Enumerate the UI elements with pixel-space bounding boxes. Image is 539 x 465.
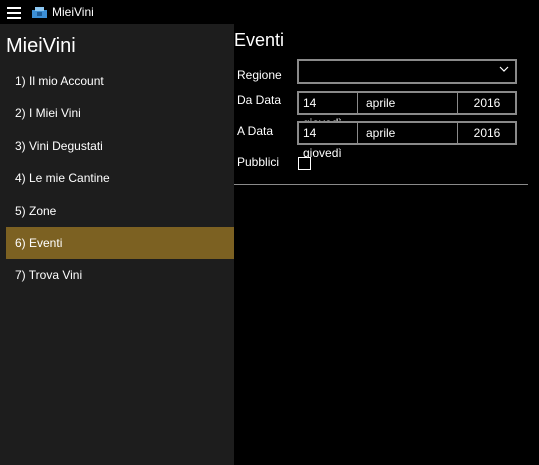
sidebar-item-i-miei-vini[interactable]: 2) I Miei Vini bbox=[6, 97, 234, 129]
sidebar-item-vini-degustati[interactable]: 3) Vini Degustati bbox=[6, 130, 234, 162]
sidebar-item-le-mie-cantine[interactable]: 4) Le mie Cantine bbox=[6, 162, 234, 194]
sidebar-item-label: 6) Eventi bbox=[15, 236, 63, 250]
sidebar-item-label: 5) Zone bbox=[15, 204, 57, 218]
sidebar-item-trova-vini[interactable]: 7) Trova Vini bbox=[6, 259, 234, 291]
sidebar-item-eventi[interactable]: 6) Eventi bbox=[6, 227, 234, 259]
pubblici-checkbox[interactable] bbox=[298, 157, 311, 170]
sidebar-item-zone[interactable]: 5) Zone bbox=[6, 195, 234, 227]
sidebar-item-label: 4) Le mie Cantine bbox=[15, 171, 110, 185]
pubblici-label: Pubblici bbox=[237, 155, 280, 169]
sidebar-item-label: 1) Il mio Account bbox=[15, 74, 104, 88]
regione-label: Regione bbox=[237, 68, 282, 82]
title-bar: MieiVini bbox=[0, 0, 539, 24]
divider bbox=[234, 184, 528, 185]
sidebar-item-label: 3) Vini Degustati bbox=[15, 139, 103, 153]
page-title: Eventi bbox=[234, 30, 285, 50]
hamburger-menu-icon[interactable] bbox=[3, 2, 25, 22]
da-data-day[interactable]: 14 giovedì bbox=[299, 93, 358, 130]
da-data-label: Da Data bbox=[237, 93, 282, 107]
a-data-month[interactable]: aprile bbox=[359, 123, 458, 143]
sidebar-title: MieiVini bbox=[6, 35, 76, 57]
sidebar-item-il-mio-account[interactable]: 1) Il mio Account bbox=[6, 65, 234, 97]
a-data-picker[interactable]: 14 giovedì aprile 2016 bbox=[297, 121, 517, 160]
app-title: MieiVini bbox=[52, 5, 94, 19]
da-data-year[interactable]: 2016 bbox=[459, 93, 515, 113]
a-data-label: A Data bbox=[237, 124, 274, 138]
da-data-month[interactable]: aprile bbox=[359, 93, 458, 113]
sidebar-item-label: 2) I Miei Vini bbox=[15, 106, 81, 120]
sidebar-item-label: 7) Trova Vini bbox=[15, 268, 83, 282]
da-data-picker[interactable]: 14 giovedì aprile 2016 bbox=[297, 91, 517, 130]
chevron-down-icon bbox=[499, 66, 509, 72]
a-data-day[interactable]: 14 giovedì bbox=[299, 123, 358, 160]
a-data-year[interactable]: 2016 bbox=[459, 123, 515, 143]
sidebar-nav: MieiVini 1) Il mio Account 2) I Miei Vin… bbox=[0, 24, 234, 465]
app-logo-icon bbox=[32, 7, 47, 18]
regione-dropdown[interactable] bbox=[297, 59, 517, 84]
